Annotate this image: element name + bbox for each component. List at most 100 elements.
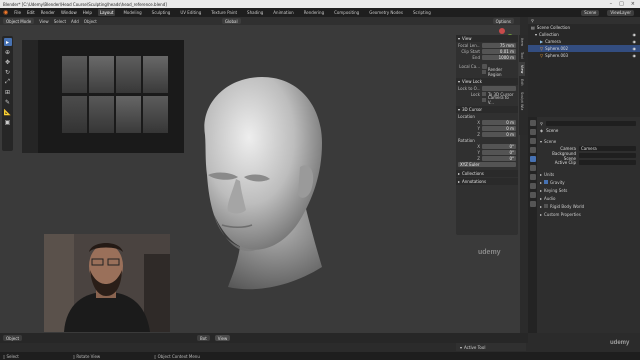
rotation-mode-dropdown[interactable]: XYZ Euler <box>458 161 516 167</box>
outliner-row-camera[interactable]: ▶ Camera ◉ <box>528 38 640 45</box>
local-camera-toggle[interactable] <box>482 63 487 69</box>
eye-icon[interactable]: ◉ <box>633 32 637 37</box>
modifier-tab-icon[interactable] <box>529 183 536 189</box>
tab-item[interactable]: Item <box>519 35 525 49</box>
tab-view[interactable]: View <box>519 61 525 77</box>
active-clip-field[interactable] <box>579 160 636 165</box>
loc-x-field[interactable]: 0 m <box>482 119 516 125</box>
eye-icon[interactable]: ◉ <box>633 39 637 44</box>
properties-search-input[interactable] <box>545 121 636 126</box>
audio-section[interactable]: ▸ Audio <box>540 194 636 202</box>
rotate-icon[interactable]: ↻ <box>4 68 12 76</box>
annotations-header[interactable]: ▸ Annotations <box>456 178 518 185</box>
tool-tab-icon[interactable] <box>529 120 536 126</box>
gravity-checkbox[interactable] <box>544 180 549 184</box>
tab-compositing[interactable]: Compositing <box>332 9 361 16</box>
rigid-body-section[interactable]: ▸ Rigid Body World <box>540 202 636 210</box>
active-tool-header[interactable]: ▾ Active Tool <box>456 343 526 351</box>
gravity-section[interactable]: ▸ Gravity <box>540 178 636 186</box>
cursor-icon[interactable]: ⊕ <box>4 48 12 56</box>
close-icon[interactable]: × <box>631 1 635 7</box>
tab-geometry-nodes[interactable]: Geometry Nodes <box>367 9 405 16</box>
view-layer-selector[interactable]: ViewLayer <box>607 9 634 16</box>
add-cube-icon[interactable]: ▣ <box>4 118 12 126</box>
measure-icon[interactable]: 📐 <box>4 108 12 116</box>
tab-rendering[interactable]: Rendering <box>302 9 326 16</box>
tab-uv-editing[interactable]: UV Editing <box>178 9 203 16</box>
camera-field[interactable]: Camera <box>579 146 636 151</box>
view-lock-header[interactable]: ▾ View Lock <box>456 78 518 85</box>
options-dropdown[interactable]: Options <box>492 18 514 24</box>
view-layer-tab-icon[interactable] <box>529 147 536 153</box>
transform-icon[interactable]: ⊞ <box>4 88 12 96</box>
header-menu-add[interactable]: Add <box>71 19 79 24</box>
rigid-body-checkbox[interactable] <box>544 204 549 208</box>
tab-sculpt-wiz[interactable]: Sculpt Wiz <box>519 89 525 113</box>
background-scene-field[interactable] <box>579 153 636 158</box>
clip-end-field[interactable]: 1000 m <box>482 54 516 60</box>
lock-3d-cursor-checkbox[interactable] <box>482 92 486 96</box>
eye-icon[interactable]: ◉ <box>633 46 637 51</box>
scene-section-header[interactable]: ▾ Scene <box>540 137 636 145</box>
custom-properties-section[interactable]: ▸ Custom Properties <box>540 210 636 218</box>
mode-selector[interactable]: Object Mode <box>3 18 35 24</box>
rot-x-field[interactable]: 0° <box>482 143 516 149</box>
tab-animation[interactable]: Animation <box>271 9 295 16</box>
object-tab-icon[interactable] <box>529 174 536 180</box>
tab-modeling[interactable]: Modeling <box>121 9 143 16</box>
outliner-row-collection[interactable]: ▾ Collection ◉ <box>528 31 640 38</box>
eye-icon[interactable]: ◉ <box>633 53 637 58</box>
properties-search[interactable]: ⚲ <box>540 120 636 127</box>
keying-sets-section[interactable]: ▸ Keying Sets <box>540 186 636 194</box>
scale-icon[interactable]: ⤢ <box>4 78 12 86</box>
blender-logo-icon[interactable]: ◉ <box>3 9 8 16</box>
view-section-header[interactable]: ▾ View <box>456 35 518 42</box>
menu-window[interactable]: Window <box>61 10 77 15</box>
filter-icon[interactable]: ⚲ <box>531 18 534 23</box>
rot-z-field[interactable]: 0° <box>482 155 516 161</box>
tab-layout[interactable]: Layout <box>97 9 116 16</box>
transform-orientation[interactable]: Global <box>221 18 241 24</box>
tab-edit[interactable]: Edit <box>519 76 525 89</box>
collections-header[interactable]: ▸ Collections <box>456 170 518 177</box>
lock-to-object-field[interactable] <box>482 85 516 91</box>
tab-scripting[interactable]: Scripting <box>411 9 433 16</box>
loc-y-field[interactable]: 0 m <box>482 125 516 131</box>
outliner-root[interactable]: ▤ Scene Collection <box>528 24 640 31</box>
annotate-icon[interactable]: ✎ <box>4 98 12 106</box>
render-tab-icon[interactable] <box>529 129 536 135</box>
header-menu-view[interactable]: View <box>39 19 49 24</box>
tab-shading[interactable]: Shading <box>245 9 265 16</box>
loc-z-field[interactable]: 0 m <box>482 131 516 137</box>
menu-edit[interactable]: Edit <box>27 10 35 15</box>
header-menu-object[interactable]: Object <box>84 19 97 24</box>
rot-y-field[interactable]: 0° <box>482 149 516 155</box>
minimize-icon[interactable]: – <box>610 1 613 7</box>
reference-image-board[interactable] <box>22 40 184 153</box>
timeline-mode-selector[interactable]: Object <box>3 335 23 341</box>
scene-selector[interactable]: Scene <box>581 9 600 16</box>
outliner-row-sphere-003[interactable]: ▽ Sphere.003 ◉ <box>528 52 640 59</box>
outliner-row-sphere-002[interactable]: ▽ Sphere.002 ◉ <box>528 45 640 52</box>
tab-sculpting[interactable]: Sculpting <box>150 9 173 16</box>
tab-tool[interactable]: Tool <box>519 49 525 62</box>
world-tab-icon[interactable] <box>529 165 536 171</box>
timeline-view-button[interactable]: View <box>214 335 231 341</box>
render-region-checkbox[interactable] <box>482 70 486 74</box>
scene-tab-icon[interactable] <box>529 156 536 162</box>
physics-tab-icon[interactable] <box>529 201 536 207</box>
units-section[interactable]: ▸ Units <box>540 170 636 178</box>
maximize-icon[interactable]: □ <box>619 1 624 7</box>
output-tab-icon[interactable] <box>529 138 536 144</box>
select-box-icon[interactable]: ▸ <box>3 38 12 46</box>
clip-start-field[interactable]: 0.01 m <box>482 48 516 54</box>
move-icon[interactable]: ✥ <box>4 58 12 66</box>
particles-tab-icon[interactable] <box>529 192 536 198</box>
menu-file[interactable]: File <box>14 10 21 15</box>
header-menu-select[interactable]: Select <box>54 19 66 24</box>
menu-help[interactable]: Help <box>83 10 92 15</box>
menu-render[interactable]: Render <box>41 10 55 15</box>
focal-length-field[interactable]: 75 mm <box>482 42 516 48</box>
3d-cursor-header[interactable]: ▾ 3D Cursor <box>456 106 518 113</box>
timeline-dropdown[interactable]: Bot <box>197 335 210 341</box>
